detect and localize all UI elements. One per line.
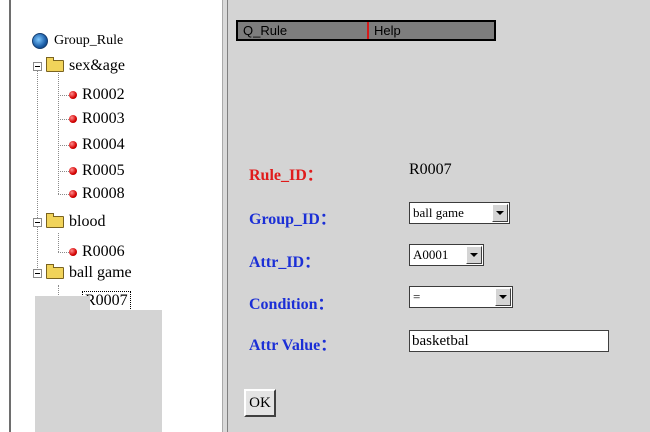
rule-dot-icon	[69, 115, 77, 123]
rule-dot-icon	[69, 141, 77, 149]
tree-rule-r0004[interactable]: R0004	[69, 136, 125, 154]
tree-rule-label: R0005	[82, 162, 125, 179]
folder-open-icon	[46, 213, 64, 228]
attr-id-select[interactable]: A0001	[409, 244, 484, 266]
tree-group-blood[interactable]: blood	[33, 213, 105, 231]
group-id-selected-value: ball game	[413, 205, 464, 220]
dropdown-arrow-icon[interactable]	[495, 288, 511, 306]
tree-rule-label: R0006	[82, 243, 125, 260]
tree-pane: Group_Rule sex&age R0002 R0003 R0004 R00…	[0, 0, 222, 432]
condition-label: Condition：	[249, 296, 334, 313]
collapse-icon[interactable]	[33, 217, 42, 227]
tree-rule-label: R0002	[82, 86, 125, 103]
tree-pane-gray-area	[35, 322, 162, 432]
tree-rule-r0006[interactable]: R0006	[69, 243, 125, 261]
tree-root-label: Group_Rule	[54, 33, 124, 48]
ok-button[interactable]: OK	[244, 389, 276, 417]
dropdown-arrow-icon[interactable]	[492, 204, 508, 222]
attr-id-selected-value: A0001	[413, 247, 449, 262]
tree-rule-label: R0003	[82, 110, 125, 127]
tree-rule-r0002[interactable]: R0002	[69, 86, 125, 104]
tree-rule-label: R0008	[82, 185, 125, 202]
tree-rule-r0005[interactable]: R0005	[69, 162, 125, 180]
attr-id-label: Attr_ID：	[249, 254, 321, 271]
attr-value-input[interactable]: basketbal	[409, 330, 609, 352]
menu-item-q-rule[interactable]: Q_Rule	[238, 22, 369, 39]
collapse-icon[interactable]	[33, 268, 42, 278]
rule-dot-icon	[69, 167, 77, 175]
tree-root[interactable]: Group_Rule	[32, 32, 123, 50]
group-id-select[interactable]: ball game	[409, 202, 510, 224]
rule-dot-icon	[69, 190, 77, 198]
tree-rule-r0003[interactable]: R0003	[69, 110, 125, 128]
folder-open-icon	[46, 57, 64, 72]
tree-connector	[37, 66, 39, 272]
rule-dot-icon	[69, 91, 77, 99]
tree-rule-r0008[interactable]: R0008	[69, 185, 125, 203]
tree-rule-label: R0004	[82, 136, 125, 153]
group-id-label: Group_ID：	[249, 211, 336, 228]
attr-value-label: Attr Value：	[249, 337, 337, 354]
tree-group-sex-age[interactable]: sex&age	[33, 57, 125, 75]
folder-open-icon	[46, 264, 64, 279]
menu-bar: Q_Rule Help	[236, 20, 496, 41]
tree-group-label: blood	[69, 213, 106, 230]
tree-pane-border	[9, 0, 11, 432]
tree-connector	[58, 233, 60, 252]
tree-group-label: sex&age	[69, 57, 125, 74]
condition-select[interactable]: =	[409, 286, 513, 308]
rule-dot-icon	[69, 248, 77, 256]
rule-id-label: Rule_ID：	[249, 167, 323, 184]
collapse-icon[interactable]	[33, 61, 42, 71]
globe-icon	[32, 33, 48, 49]
tree-group-label: ball game	[69, 264, 132, 281]
tree-group-ball-game[interactable]: ball game	[33, 264, 132, 282]
rule-id-value: R0007	[409, 161, 452, 178]
tree-connector	[58, 73, 60, 194]
menu-item-help[interactable]: Help	[369, 22, 401, 39]
dropdown-arrow-icon[interactable]	[466, 246, 482, 264]
condition-selected-value: =	[413, 289, 421, 304]
